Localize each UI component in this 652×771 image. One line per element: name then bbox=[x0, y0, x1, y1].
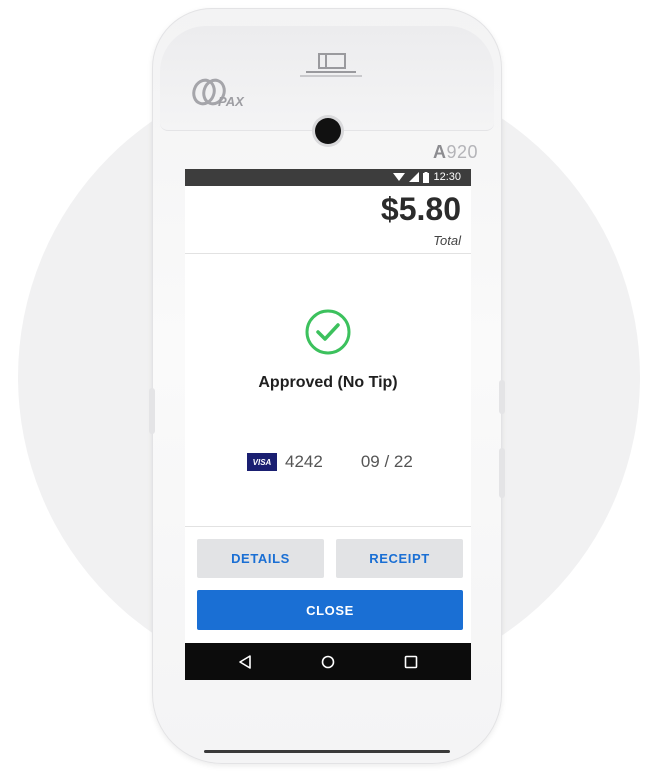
total-amount: $5.80 bbox=[380, 191, 461, 227]
receipt-button[interactable]: RECEIPT bbox=[336, 539, 463, 578]
device-bottom-edge bbox=[204, 750, 450, 753]
android-nav-bar bbox=[185, 643, 471, 680]
card-slot-icon bbox=[300, 53, 362, 77]
back-button[interactable] bbox=[233, 650, 257, 674]
check-circle-icon bbox=[305, 309, 351, 355]
left-side-button bbox=[149, 388, 155, 434]
card-last4: 4242 bbox=[285, 452, 323, 471]
details-button[interactable]: DETAILS bbox=[197, 539, 324, 578]
brand-name: PAX bbox=[218, 94, 244, 109]
home-button[interactable] bbox=[316, 650, 340, 674]
back-icon bbox=[239, 655, 251, 669]
home-icon bbox=[321, 655, 335, 669]
right-side-button-upper bbox=[499, 380, 505, 414]
visa-card-icon: VISA bbox=[247, 453, 277, 471]
terminal-screen: 12:30 $5.80 Total Approved (No Tip) VISA… bbox=[185, 169, 471, 680]
status-bar: 12:30 bbox=[185, 169, 471, 186]
header-divider bbox=[185, 253, 471, 254]
recents-button[interactable] bbox=[399, 650, 423, 674]
wifi-icon bbox=[393, 173, 406, 181]
card-expiry: 09 / 22 bbox=[360, 452, 413, 471]
camera-lens bbox=[315, 118, 341, 144]
pax-logo: PAX bbox=[188, 76, 268, 110]
right-side-button-lower bbox=[499, 448, 505, 498]
card-details: VISA 4242 09 / 22 bbox=[247, 451, 413, 473]
actions-divider bbox=[185, 526, 471, 527]
signal-icon bbox=[409, 172, 420, 182]
close-button[interactable]: CLOSE bbox=[197, 590, 463, 630]
total-label: Total bbox=[433, 233, 461, 248]
model-prefix: A bbox=[432, 142, 447, 162]
approval-status: Approved (No Tip) bbox=[258, 374, 398, 391]
model-number: 920 bbox=[446, 142, 478, 162]
status-time: 12:30 bbox=[433, 171, 461, 183]
battery-icon bbox=[423, 171, 430, 183]
model-label: A920 bbox=[433, 142, 478, 163]
recents-icon bbox=[404, 655, 418, 669]
